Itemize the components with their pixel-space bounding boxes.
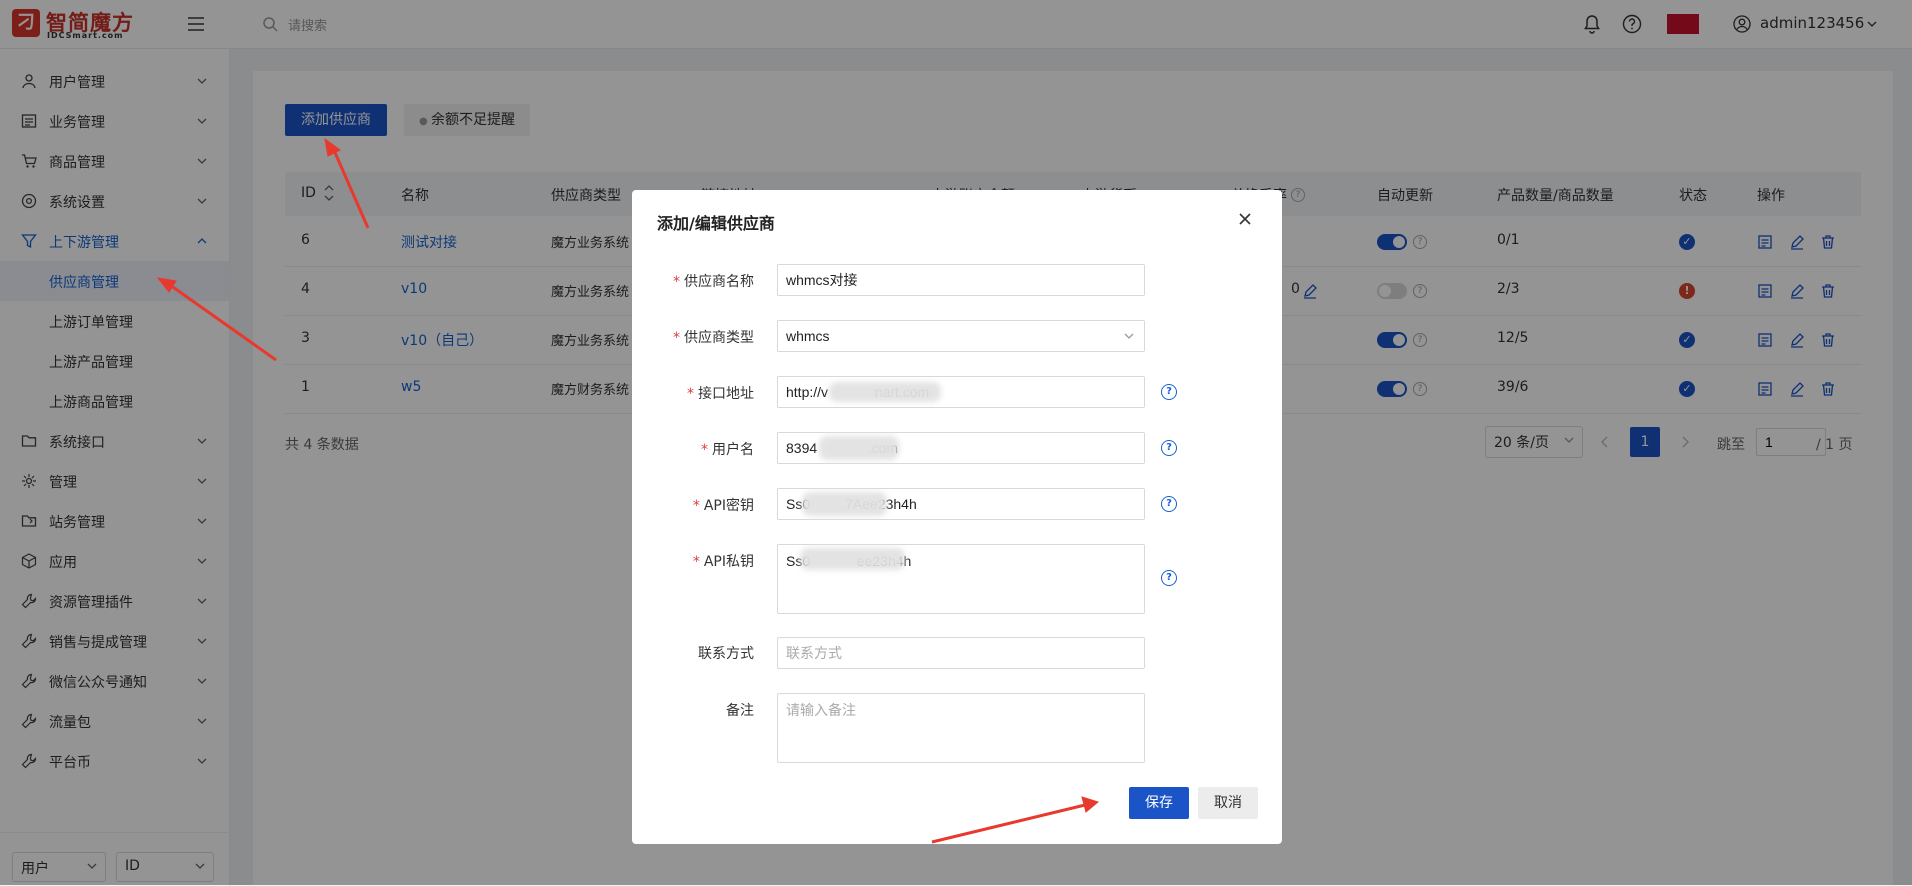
close-icon[interactable]	[1236, 210, 1254, 228]
help-icon[interactable]: ?	[1161, 496, 1177, 512]
field-label-api-secret: * API私钥	[692, 554, 754, 570]
field-label-type: * 供应商类型	[673, 330, 754, 346]
save-button[interactable]: 保存	[1129, 787, 1189, 819]
field-label-name: * 供应商名称	[673, 274, 754, 290]
redaction-blur	[819, 436, 899, 460]
redaction-blur	[802, 492, 887, 516]
contact-input[interactable]	[777, 637, 1145, 669]
field-label-url: * 接口地址	[687, 386, 754, 402]
field-label-api-key: * API密钥	[692, 498, 754, 514]
help-icon[interactable]: ?	[1161, 570, 1177, 586]
supplier-name-input[interactable]	[777, 264, 1145, 296]
help-icon[interactable]: ?	[1161, 440, 1177, 456]
chevron-down-icon	[1124, 333, 1134, 339]
supplier-edit-dialog: 添加/编辑供应商 *供应商名称 *供应商类型 whmcs *接口地址 ? *用户…	[632, 190, 1282, 844]
note-textarea[interactable]	[777, 693, 1145, 763]
dialog-title: 添加/编辑供应商	[657, 214, 775, 233]
redaction-blur	[829, 382, 941, 402]
field-label-username: * 用户名	[701, 442, 754, 458]
redaction-blur	[800, 548, 905, 570]
cancel-button[interactable]: 取消	[1198, 787, 1258, 819]
field-label-contact: 联系方式	[698, 646, 754, 662]
help-icon[interactable]: ?	[1161, 384, 1177, 400]
supplier-type-value: whmcs	[786, 328, 830, 344]
field-label-note: 备注	[726, 703, 754, 719]
supplier-type-select[interactable]: whmcs	[777, 320, 1145, 352]
